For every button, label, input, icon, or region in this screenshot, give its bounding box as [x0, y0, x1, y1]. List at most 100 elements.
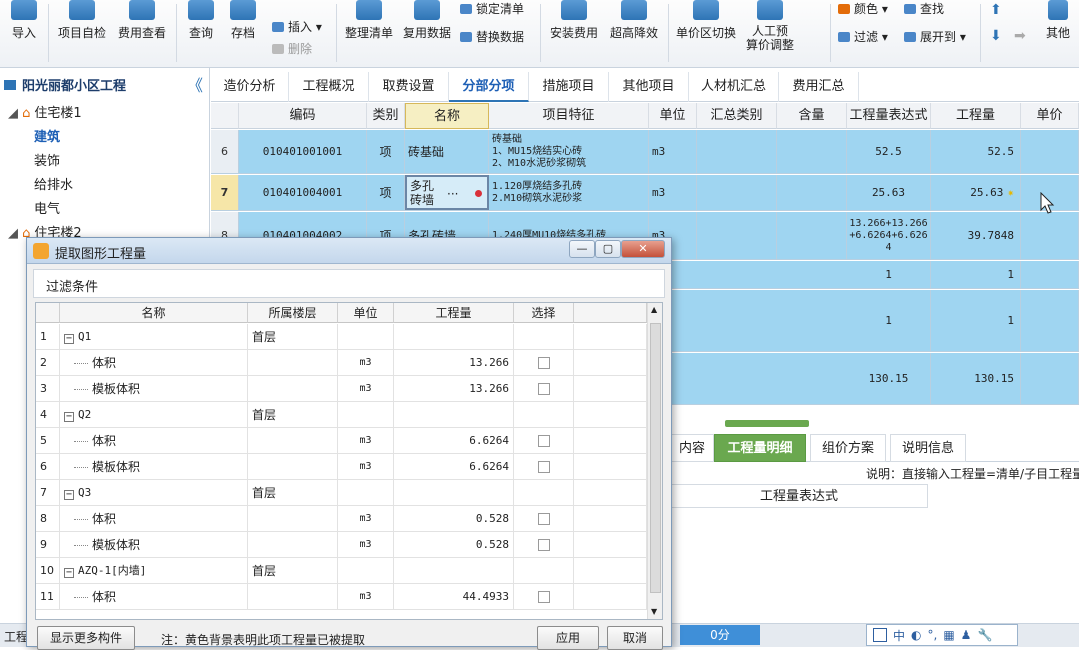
cell-feature[interactable]: 砖基础 1、MU15烧结实心砖 2、M10水泥砂浆砌筑 [489, 130, 649, 173]
tree-item-decoration[interactable]: 装饰 [34, 150, 60, 169]
grid-header-code[interactable]: 编码 [239, 103, 367, 129]
cell-name-editing[interactable]: 多孔 砖墙 ··· [405, 175, 489, 210]
component-group-row[interactable]: 1− Q1 首层 [36, 324, 647, 350]
select-checkbox[interactable] [537, 357, 550, 369]
organize-list-button[interactable]: 整理清单 [342, 0, 396, 41]
ime-tool-icon[interactable]: 🔧 [977, 628, 992, 642]
table-header-select[interactable]: 选择 [514, 303, 574, 323]
tab-labor-material[interactable]: 人材机汇总 [689, 72, 779, 102]
cell-type[interactable]: 项 [367, 130, 405, 173]
replace-data-button[interactable]: 替换数据 [460, 28, 524, 45]
grid-header-expression[interactable]: 工程量表达式 [847, 103, 931, 129]
grid-header-type[interactable]: 类别 [367, 103, 405, 129]
price-switch-button[interactable]: 单价区切换 [674, 0, 738, 41]
component-name[interactable]: 模板体积 [60, 454, 248, 480]
lock-list-button[interactable]: 锁定清单 [460, 0, 524, 17]
grid-row[interactable]: 6 010401001001 项 砖基础 砖基础 1、MU15烧结实心砖 2、M… [211, 130, 1079, 174]
cell-type[interactable]: 项 [367, 175, 405, 210]
cell-quantity[interactable]: 52.5 [931, 130, 1021, 173]
cell-price[interactable] [1021, 353, 1079, 404]
collapse-tree-icon[interactable]: 《 [187, 72, 203, 96]
color-button[interactable]: 颜色 ▾ [838, 0, 888, 17]
delete-button[interactable]: 删除 [272, 40, 312, 57]
collapse-toggle-icon[interactable]: − [64, 568, 74, 578]
tab-content[interactable]: 内容 [670, 434, 714, 462]
grid-row-selected[interactable]: 7 010401004001 项 多孔 砖墙 ··· 1.120厚烧结多孔砖 2.… [211, 175, 1079, 211]
table-header-floor[interactable]: 所属楼层 [248, 303, 338, 323]
save-button[interactable]: 存档 [226, 0, 260, 41]
cell-quantity[interactable]: 25.63 ✷ [931, 175, 1021, 210]
show-more-components-button[interactable]: 显示更多构件 [37, 626, 135, 650]
component-name[interactable]: − Q3 [60, 480, 248, 506]
import-button[interactable]: 导入 [6, 0, 42, 41]
other-button[interactable]: 其他 [1040, 0, 1076, 41]
reuse-data-button[interactable]: 复用数据 [400, 0, 454, 41]
filter-button[interactable]: 过滤 ▾ [838, 28, 888, 45]
tree-building-1[interactable]: ◢ ⌂ 住宅楼1 [8, 102, 82, 121]
cell-quantity[interactable]: 130.15 [931, 353, 1021, 404]
component-name[interactable]: 体积 [60, 428, 248, 454]
tab-description[interactable]: 说明信息 [890, 434, 966, 462]
component-row[interactable]: 3 模板体积 m3 13.266 [36, 376, 647, 402]
cell-expression[interactable]: 130.15 [847, 353, 931, 404]
tab-pricing-plan[interactable]: 组价方案 [810, 434, 886, 462]
component-row[interactable]: 5 体积 m3 6.6264 [36, 428, 647, 454]
tab-fee-settings[interactable]: 取费设置 [369, 72, 449, 102]
ime-punct-icon[interactable]: °, [928, 628, 938, 642]
select-checkbox[interactable] [537, 435, 550, 447]
component-row[interactable]: 6 模板体积 m3 6.6264 [36, 454, 647, 480]
expand-to-button[interactable]: 展开到 ▾ [904, 28, 966, 45]
cell-code[interactable]: 010401004001 [239, 175, 367, 210]
apply-button[interactable]: 应用 [537, 626, 599, 650]
tab-measures[interactable]: 措施项目 [529, 72, 609, 102]
component-row[interactable]: 8 体积 m3 0.528 [36, 506, 647, 532]
cell-code[interactable]: 010401001001 [239, 130, 367, 173]
tree-item-electrical[interactable]: 电气 [34, 198, 60, 217]
ellipsis-icon[interactable]: ··· [447, 187, 458, 201]
close-button[interactable]: ✕ [621, 240, 665, 258]
tab-fee-summary[interactable]: 费用汇总 [779, 72, 859, 102]
grid-header-price[interactable]: 单价 [1021, 103, 1079, 129]
down-arrow-icon[interactable]: ⬇ [990, 28, 1002, 44]
component-name[interactable]: − Q2 [60, 402, 248, 428]
right-arrow-icon[interactable]: ➡ [1014, 28, 1026, 44]
cell-feature[interactable]: 1.120厚烧结多孔砖 2.M10砌筑水泥砂浆 [489, 175, 649, 210]
maximize-button[interactable]: ▢ [595, 240, 621, 258]
filter-conditions[interactable]: 过滤条件 [33, 269, 665, 298]
component-name[interactable]: − Q1 [60, 324, 248, 350]
select-checkbox[interactable] [537, 591, 550, 603]
cell-summary-type[interactable] [697, 130, 777, 173]
select-checkbox[interactable] [537, 539, 550, 551]
cell-content[interactable] [777, 130, 847, 173]
component-row[interactable]: 9 模板体积 m3 0.528 [36, 532, 647, 558]
tab-cost-analysis[interactable]: 造价分析 [211, 72, 289, 102]
scroll-thumb[interactable] [650, 323, 661, 593]
cell-price[interactable] [1021, 261, 1079, 288]
find-button[interactable]: 查找 [904, 0, 944, 17]
manual-adjust-button[interactable]: 人工预 算价调整 [742, 0, 798, 52]
tab-subitems[interactable]: 分部分项 [449, 72, 529, 102]
ime-user-icon[interactable]: ♟ [961, 628, 972, 642]
collapse-toggle-icon[interactable]: − [64, 334, 74, 344]
grid-header-content[interactable]: 含量 [777, 103, 847, 129]
select-checkbox[interactable] [537, 461, 550, 473]
grid-header-quantity[interactable]: 工程量 [931, 103, 1021, 129]
component-group-row[interactable]: 10− AZQ-1[内墙] 首层 [36, 558, 647, 584]
select-checkbox[interactable] [537, 383, 550, 395]
cell-expression[interactable]: 13.266+13.266 +6.6264+6.626 4 [847, 212, 931, 259]
tab-project-overview[interactable]: 工程概况 [289, 72, 369, 102]
dialog-titlebar[interactable]: 提取图形工程量 — ▢ ✕ [27, 238, 671, 264]
cell-content[interactable] [777, 175, 847, 210]
splitter-handle[interactable] [725, 420, 809, 427]
up-arrow-icon[interactable]: ⬆ [990, 2, 1002, 18]
scroll-down-icon[interactable]: ▼ [651, 607, 657, 616]
tree-item-architecture[interactable]: 建筑 [34, 126, 60, 145]
vertical-scrollbar[interactable]: ▲ ▼ [647, 303, 662, 619]
table-header-quantity[interactable]: 工程量 [394, 303, 514, 323]
tab-quantity-detail[interactable]: 工程量明细 [714, 434, 806, 462]
cell-expression[interactable]: 1 [847, 290, 931, 351]
cell-summary-type[interactable] [697, 175, 777, 210]
cell-quantity[interactable]: 1 [931, 261, 1021, 288]
cancel-button[interactable]: 取消 [607, 626, 663, 650]
component-group-row[interactable]: 4− Q2 首层 [36, 402, 647, 428]
